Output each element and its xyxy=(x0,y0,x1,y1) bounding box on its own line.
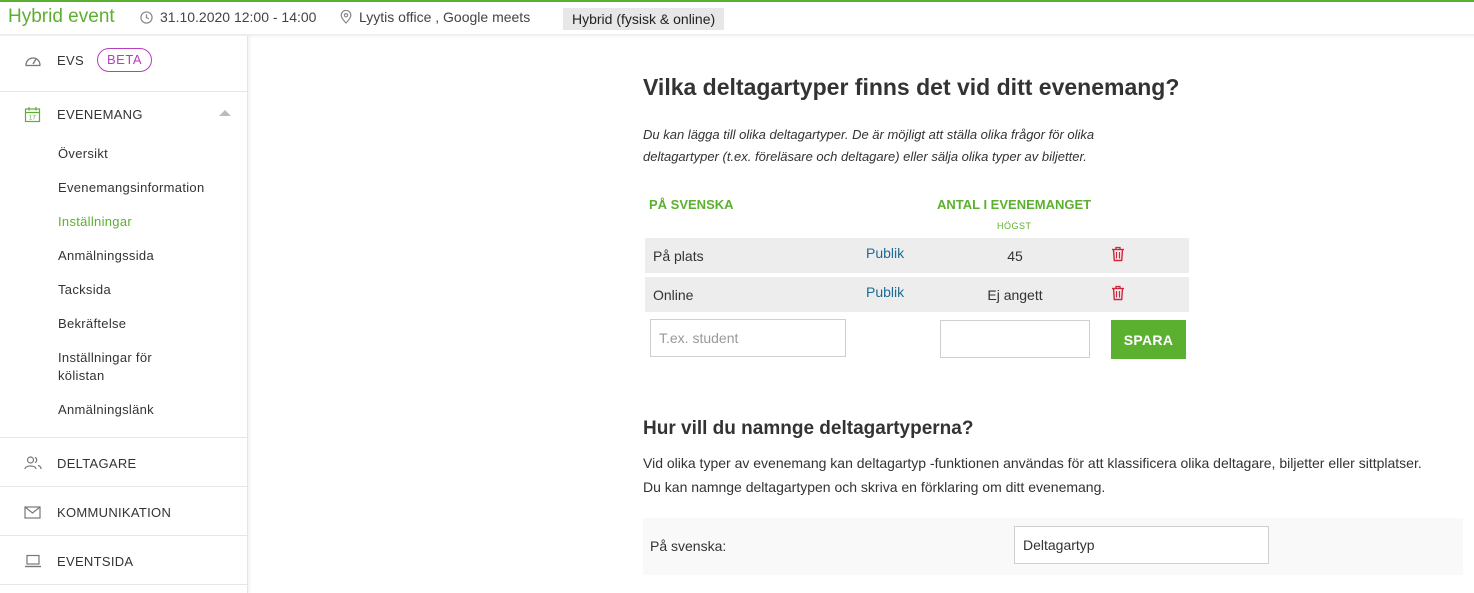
datetime-text: 31.10.2020 12:00 - 14:00 xyxy=(160,9,317,25)
users-icon xyxy=(24,456,42,470)
page-title: Vilka deltagartyper finns det vid ditt e… xyxy=(643,74,1180,100)
table-row: Online Publik Ej angett xyxy=(645,277,1189,312)
table-row: På plats Publik 45 xyxy=(645,238,1189,273)
sidebar-subitem-oversikt[interactable]: Översikt xyxy=(58,145,238,163)
max-count: 45 xyxy=(1007,248,1023,264)
top-bar: Hybrid event 31.10.2020 12:00 - 14:00 Ly… xyxy=(0,0,1474,34)
visibility-link[interactable]: Publik xyxy=(866,284,904,300)
sidebar-item-label: EVS xyxy=(57,52,84,68)
location-text: Lyytis office , Google meets xyxy=(359,9,531,25)
naming-description-line: Vid olika typer av evenemang kan deltaga… xyxy=(643,455,1422,471)
clock-icon xyxy=(140,10,153,24)
column-subheader-max: HÖGST xyxy=(997,221,1032,231)
swedish-name-label: På svenska: xyxy=(650,538,727,554)
sidebar-item-label: DELTAGARE xyxy=(57,455,137,471)
divider xyxy=(0,91,247,92)
envelope-icon xyxy=(24,505,41,519)
laptop-icon xyxy=(24,554,42,568)
event-title: Hybrid event xyxy=(8,6,115,27)
naming-description: Vid olika typer av evenemang kan deltaga… xyxy=(643,451,1443,499)
svg-text:17: 17 xyxy=(29,115,37,121)
sidebar-item-kommunikation[interactable]: KOMMUNIKATION xyxy=(0,502,247,522)
new-participant-type-input[interactable] xyxy=(650,319,846,357)
sidebar-subitem-anmalningssida[interactable]: Anmälningssida xyxy=(58,247,238,265)
participant-type-name: På plats xyxy=(653,248,704,264)
naming-heading: Hur vill du namnge deltagartyperna? xyxy=(643,418,974,439)
sidebar: EVS BETA 17 EVENEMANG Översikt Evenemang… xyxy=(0,36,248,593)
divider xyxy=(0,486,247,487)
sidebar-item-label: KOMMUNIKATION xyxy=(57,504,172,520)
event-datetime: 31.10.2020 12:00 - 14:00 xyxy=(140,9,316,25)
intro-text: Du kan lägga till olika deltagartyper. D… xyxy=(643,127,1095,164)
sidebar-subitem-installningar[interactable]: Inställningar xyxy=(58,213,238,231)
participant-type-name-field[interactable] xyxy=(1014,526,1269,564)
sidebar-subitem-kolistan[interactable]: Inställningar för kölistan xyxy=(58,349,188,385)
sidebar-item-label: EVENEMANG xyxy=(57,106,143,122)
location-pin-icon xyxy=(340,10,352,24)
calendar-icon: 17 xyxy=(24,106,41,123)
divider xyxy=(0,437,247,438)
sidebar-subitem-bekraftelse[interactable]: Bekräftelse xyxy=(58,315,238,333)
visibility-link[interactable]: Publik xyxy=(866,245,904,261)
sidebar-item-deltagare[interactable]: DELTAGARE xyxy=(0,453,247,473)
trash-icon[interactable] xyxy=(1111,285,1125,306)
trash-icon[interactable] xyxy=(1111,246,1125,267)
max-count: Ej angett xyxy=(987,287,1043,303)
column-header-count: ANTAL I EVENEMANGET xyxy=(937,197,1092,212)
event-location: Lyytis office , Google meets xyxy=(340,9,530,25)
sidebar-subitem-evenemangsinformation[interactable]: Evenemangsinformation xyxy=(58,179,238,197)
divider xyxy=(0,584,247,585)
naming-description-line: Du kan namnge deltagartypen och skriva e… xyxy=(643,479,1106,495)
column-header-swedish: PÅ SVENSKA xyxy=(649,197,734,212)
sidebar-item-eventsida[interactable]: EVENTSIDA xyxy=(0,551,247,571)
dashboard-icon xyxy=(24,53,42,67)
sidebar-item-evs[interactable]: EVS BETA xyxy=(0,48,247,72)
chevron-up-icon[interactable] xyxy=(219,110,231,116)
participant-type-name: Online xyxy=(653,287,694,303)
event-mode-badge: Hybrid (fysisk & online) xyxy=(563,8,725,30)
sidebar-subitem-anmalningslank[interactable]: Anmälningslänk xyxy=(58,401,238,419)
sidebar-item-label: EVENTSIDA xyxy=(57,553,134,569)
new-max-count-input[interactable] xyxy=(940,320,1090,358)
beta-badge: BETA xyxy=(97,48,152,72)
sidebar-item-evenemang[interactable]: 17 EVENEMANG xyxy=(0,104,247,124)
save-button[interactable]: SPARA xyxy=(1111,320,1186,359)
sidebar-subitem-tacksida[interactable]: Tacksida xyxy=(58,281,238,299)
divider xyxy=(0,535,247,536)
